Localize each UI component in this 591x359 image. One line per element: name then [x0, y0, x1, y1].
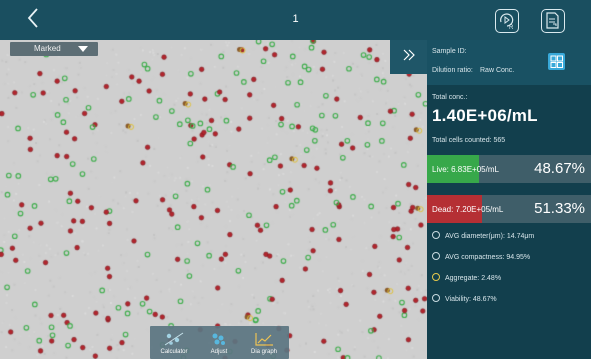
double-chevron-right-icon: [403, 49, 415, 61]
caret-down-icon: [78, 46, 88, 52]
back-button[interactable]: [26, 6, 48, 34]
dilution-ratio-label: Dilution ratio:: [432, 67, 473, 74]
export-document-icon: [546, 12, 559, 29]
stat-avg-diameter: AVG diameter(μm): 14.74μm: [432, 231, 534, 243]
mark-mode-value: Marked: [34, 44, 61, 53]
aggregate-label: Aggregate:: [445, 275, 480, 282]
total-conc-value: 1.40E+06/mL: [432, 106, 538, 125]
adjust-icon: [212, 333, 225, 345]
mark-mode-dropdown[interactable]: Marked: [10, 42, 98, 56]
compactness-icon: [432, 252, 440, 260]
dead-conc: Dead: 7.20E+05/mL: [432, 205, 504, 214]
total-conc-label: Total conc.:: [432, 94, 468, 101]
svg-text:R: R: [509, 25, 514, 31]
chevron-left-icon: [27, 8, 38, 28]
replay-button[interactable]: R: [495, 9, 519, 33]
calculator-icon: [164, 332, 184, 346]
collapse-panel-button[interactable]: [390, 40, 427, 74]
top-bar: 1 R: [0, 0, 591, 40]
dia-graph-label: Dia graph: [250, 349, 277, 355]
live-percent: 48.67%: [534, 160, 585, 177]
viability-label: Viability:: [445, 296, 471, 303]
layout-grid-button[interactable]: [548, 53, 565, 70]
dead-bar: Dead: 7.20E+05/mL 51.33%: [427, 195, 591, 223]
avg-compactness-label: AVG compactness:: [445, 254, 505, 261]
viability-icon: [432, 294, 440, 302]
stat-aggregate: Aggregate: 2.48%: [432, 273, 501, 285]
dilution-ratio-value: Raw Conc.: [480, 67, 515, 74]
aggregate-icon: [432, 273, 440, 281]
cell-image-canvas: [0, 40, 427, 359]
adjust-tool-button[interactable]: Adjust: [197, 326, 241, 359]
cell-image[interactable]: Marked Calculator Adjust Dia graph: [0, 40, 427, 359]
diagram-graph-icon: [255, 333, 273, 346]
sample-info: Sample ID: Dilution ratio: Raw Conc.: [427, 40, 591, 85]
export-button[interactable]: [541, 9, 565, 33]
replay-r-icon: R: [500, 13, 514, 31]
live-bar: Live: 6.83E+05/mL 48.67%: [427, 155, 591, 183]
tool-box: Calculator Adjust Dia graph: [150, 326, 289, 359]
avg-diameter-label: AVG diameter(μm):: [445, 233, 505, 240]
calculator-tool-button[interactable]: Calculator: [152, 326, 196, 359]
stat-viability: Viability: 48.67%: [432, 294, 497, 306]
results-panel: Sample ID: Dilution ratio: Raw Conc. Tot…: [427, 40, 591, 359]
dead-percent: 51.33%: [534, 200, 585, 217]
viability-value: 48.67%: [472, 296, 497, 303]
adjust-label: Adjust: [210, 349, 228, 355]
aggregate-value: 2.48%: [481, 275, 502, 282]
live-conc: Live: 6.83E+05/mL: [432, 165, 499, 174]
calculator-label: Calculator: [160, 349, 188, 355]
grid-layout-icon: [550, 55, 563, 68]
dia-graph-tool-button[interactable]: Dia graph: [242, 326, 286, 359]
diameter-icon: [432, 231, 440, 239]
avg-compactness-value: 94.95%: [506, 254, 531, 261]
stat-avg-compactness: AVG compactness: 94.95%: [432, 252, 530, 264]
sample-id-label: Sample ID:: [432, 48, 467, 55]
avg-diameter-value: 14.74μm: [506, 233, 535, 240]
cells-counted: Total cells counted: 565: [432, 137, 506, 144]
